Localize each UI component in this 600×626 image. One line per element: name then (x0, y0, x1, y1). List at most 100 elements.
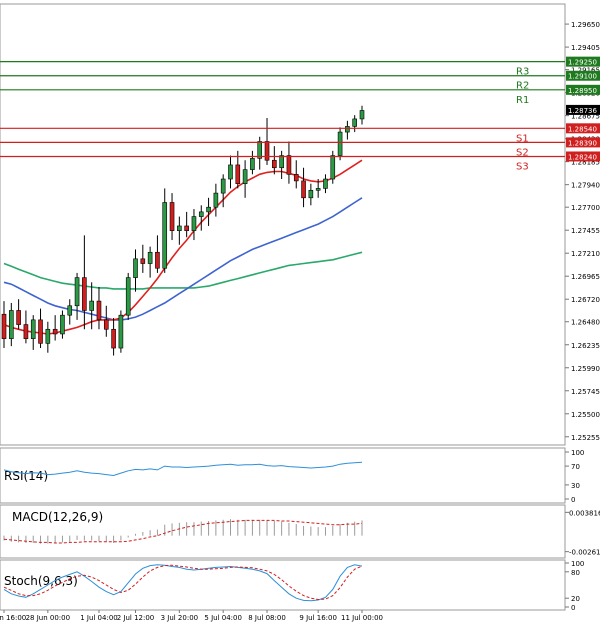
x-tick-label: 5 Jul 04:00 (204, 614, 242, 622)
pivot-price-label: 1.29100 (568, 73, 597, 81)
pivot-price-label: 1.28540 (568, 125, 597, 133)
candle-body (111, 328, 116, 349)
macd-panel: MACD(12,26,9) 0.003816 -0.002617 (0, 504, 600, 559)
main-y-tick-label: 1.27700 (571, 204, 600, 212)
candle-body (177, 225, 182, 231)
rsi-y-tick-label: 100 (571, 449, 584, 457)
candle-body (60, 314, 65, 335)
stoch-y-tick-label: 80 (571, 569, 580, 577)
x-tick-label: 1 Jul 04:00 (80, 614, 118, 622)
main-y-tick-label: 1.29650 (571, 21, 600, 29)
x-tick-label: 28 Jun 00:00 (26, 614, 70, 622)
x-tick-label: 8 Jul 08:00 (248, 614, 286, 622)
candle-body (23, 324, 29, 339)
macd-y-tick-label: 0.003816 (569, 509, 600, 517)
candle-body (213, 192, 219, 208)
candle (330, 150, 336, 184)
main-y-tick-label: 1.27940 (571, 182, 600, 190)
main-y-tick-label: 1.26720 (571, 296, 600, 304)
x-tick-label: 26 Jun 16:00 (0, 614, 26, 622)
candle-body (16, 310, 21, 325)
candle-body (38, 319, 43, 344)
candle-body (169, 202, 175, 231)
candle-body (155, 251, 160, 269)
candle-body (272, 159, 277, 169)
rsi-y-tick-label: 70 (571, 463, 580, 471)
candle-body (96, 300, 102, 321)
candle-body (82, 277, 87, 311)
pivot-price-label: 1.28390 (568, 139, 597, 147)
stoch-y-tick-label: 0 (571, 604, 575, 612)
candle-body (206, 206, 211, 213)
main-y-tick-label: 1.25255 (571, 434, 600, 442)
candle-body (308, 189, 314, 199)
candle-body (359, 110, 365, 120)
candle-body (133, 258, 138, 278)
candle-body (250, 158, 255, 170)
candle-body (345, 126, 350, 133)
rsi-y-tick-label: 0 (571, 496, 575, 504)
x-tick-label: 9 Jul 16:00 (299, 614, 337, 622)
x-tick-label: 11 Jul 00:00 (341, 614, 383, 622)
candle-body (184, 225, 189, 231)
x-axis: 26 Jun 16:0028 Jun 00:00 1 Jul 04:002 Jul… (0, 610, 383, 622)
pivot-price-label: 1.29250 (568, 59, 597, 67)
stoch-y-tick-label: 20 (571, 595, 580, 603)
candle-body (293, 174, 299, 182)
stoch-title: Stoch(9,6,3) (4, 574, 78, 588)
candle-body (228, 164, 233, 180)
stoch-y-tick-label: 100 (571, 560, 584, 568)
candle-body (67, 305, 73, 316)
candle-body (103, 319, 109, 330)
candle-body (191, 216, 197, 231)
main-y-tick-label: 1.25745 (571, 388, 600, 396)
main-panel: 1.296501.294051.291651.289201.286751.284… (0, 3, 600, 446)
main-y-tick-label: 1.26235 (571, 342, 600, 350)
candle (118, 310, 124, 353)
candle-body (162, 202, 168, 269)
candle-body (9, 310, 14, 339)
pivot-price-label: 1.28950 (568, 87, 597, 95)
rsi-panel: RSI(14) 10070300 (0, 447, 584, 504)
candle-body (52, 328, 58, 335)
candle-body (286, 155, 292, 175)
candle-body (352, 118, 357, 127)
candle-body (279, 155, 284, 169)
main-y-tick-label: 1.27455 (571, 227, 600, 235)
candle-body (242, 169, 248, 185)
candle-body (264, 141, 270, 161)
main-y-tick-label: 1.25990 (571, 365, 600, 373)
main-y-tick-label: 1.25500 (571, 411, 600, 419)
forex-chart: 1.296501.294051.291651.289201.286751.284… (0, 3, 600, 622)
candle-body (220, 178, 226, 194)
candle-body (74, 277, 80, 307)
candle-body (330, 155, 336, 180)
main-y-tick-label: 1.26480 (571, 319, 600, 327)
macd-title: MACD(12,26,9) (12, 510, 103, 524)
rsi-y-tick-label: 30 (571, 482, 580, 490)
candle-body (315, 188, 321, 191)
candle-body (30, 319, 36, 339)
candle-body (45, 328, 51, 344)
candle-body (257, 141, 263, 159)
candle (125, 272, 131, 320)
pivot-name-label: S3 (516, 161, 529, 172)
candle-body (337, 131, 343, 156)
candle-body (301, 180, 306, 199)
candle-body (118, 314, 124, 349)
stoch-panel: Stoch(9,6,3) 10080 200 (0, 559, 584, 612)
pivot-price-label: 1.28240 (568, 153, 597, 161)
main-y-tick-label: 1.27210 (571, 250, 600, 258)
candle-body (235, 164, 241, 185)
candle-body (89, 300, 94, 311)
main-y-tick-label: 1.26965 (571, 273, 600, 281)
x-tick-label: 2 Jul 12:00 (117, 614, 155, 622)
candle-body (147, 251, 153, 264)
current-price-label: 1.28736 (568, 107, 597, 115)
main-y-tick-label: 1.29405 (571, 44, 600, 52)
macd-y-tick-label: -0.002617 (569, 549, 600, 557)
candle (337, 127, 343, 161)
x-tick-label: 3 Jul 20:00 (161, 614, 199, 622)
candle-body (140, 258, 146, 264)
candle-body (125, 277, 131, 316)
